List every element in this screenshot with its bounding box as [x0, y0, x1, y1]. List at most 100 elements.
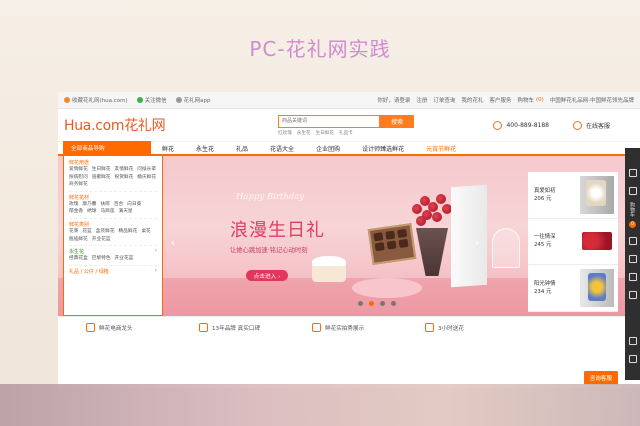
- all-categories-button[interactable]: 全部商品导购: [63, 141, 151, 155]
- nav-link-gifts[interactable]: 礼品: [225, 144, 259, 153]
- consult-service-button[interactable]: 咨询客服: [583, 371, 618, 385]
- badge-icon: [199, 323, 208, 332]
- product-card[interactable]: 真爱如初 206 元: [528, 172, 618, 219]
- star-icon: [64, 97, 70, 103]
- category-link[interactable]: 盒装鲜花: [96, 229, 115, 236]
- category-link[interactable]: 商务鲜花: [69, 182, 88, 189]
- camera-icon: [312, 323, 321, 332]
- category-link[interactable]: 绣球: [87, 209, 96, 216]
- category-link[interactable]: 桌花: [141, 229, 150, 236]
- hot-word[interactable]: 红玫瑰: [278, 130, 292, 136]
- category-link[interactable]: 瓶插鲜花: [69, 237, 88, 244]
- category-link[interactable]: 郁金香: [69, 209, 83, 216]
- carousel-dot[interactable]: [369, 301, 374, 306]
- my-account-link[interactable]: 我的花礼: [461, 96, 483, 104]
- enter-button[interactable]: 点击进入 ›: [246, 270, 288, 281]
- nav-link-flowers[interactable]: 鲜花: [151, 144, 185, 153]
- shop-icon: [86, 323, 95, 332]
- slide-title: PC-花礼网实践: [249, 37, 391, 61]
- divider: [69, 245, 157, 247]
- register-link[interactable]: 注册: [416, 96, 427, 104]
- category-link[interactable]: 友情鲜花: [115, 167, 134, 174]
- slide-bottom-decoration: [0, 384, 640, 426]
- qrcode-icon[interactable]: [628, 337, 637, 345]
- category-link[interactable]: 祝贺鲜花: [115, 175, 134, 182]
- category-group: 永生花 › 经典花盒 巴黎特色 开业花篮: [69, 248, 157, 263]
- site-logo[interactable]: Hua.com花礼网: [64, 115, 234, 135]
- nav-link-lantern-festival[interactable]: 元宵节鲜花: [415, 144, 467, 153]
- category-title[interactable]: 永生花 ›: [69, 247, 157, 256]
- login-link[interactable]: 你好，请登录: [377, 96, 410, 104]
- category-link[interactable]: 马蹄莲: [100, 209, 114, 216]
- category-title[interactable]: 鲜花花材: [69, 194, 157, 201]
- category-panel: 鲜花用途 爱情鲜花 生日鲜花 友情鲜花 问候长辈探病慰问 道歉鲜花 祝贺鲜花 婚庆鲜花商务鲜花…: [63, 156, 163, 316]
- cart-link[interactable]: 购物车 (0): [517, 96, 543, 104]
- category-link[interactable]: 巴黎特色: [92, 256, 111, 263]
- category-link[interactable]: 花篮: [82, 229, 91, 236]
- headset-icon: [572, 120, 582, 130]
- app-link[interactable]: 花礼网app: [175, 96, 211, 104]
- nav-link-corporate[interactable]: 企业团购: [305, 144, 351, 153]
- nav-link-designer[interactable]: 设计师臻选鲜花: [351, 144, 415, 153]
- carousel-dot[interactable]: [358, 301, 363, 306]
- toolbar-cart-label[interactable]: 购物车: [629, 202, 636, 217]
- category-title[interactable]: 礼品 / 公仔 / 绿植 ›: [69, 267, 157, 275]
- back-to-top-icon[interactable]: [628, 355, 637, 363]
- chat-icon[interactable]: [628, 291, 637, 299]
- nav-link-preserved[interactable]: 永生花: [185, 144, 225, 153]
- user-icon[interactable]: [628, 169, 637, 177]
- category-link[interactable]: 道歉鲜花: [92, 175, 111, 182]
- category-title[interactable]: 鲜花类别: [69, 221, 157, 228]
- favorite-link[interactable]: 收藏花礼网(hua.com): [64, 96, 128, 104]
- category-link[interactable]: 扶郎: [100, 202, 109, 209]
- online-service-link[interactable]: 在线客服: [572, 120, 610, 130]
- hot-word[interactable]: 礼品卡: [339, 130, 353, 136]
- customer-service-menu[interactable]: 客户服务: [489, 96, 511, 104]
- divider: [69, 190, 157, 192]
- category-title[interactable]: 鲜花用途: [69, 159, 157, 166]
- hot-word[interactable]: 永生花: [297, 130, 311, 136]
- category-link[interactable]: 开业花篮: [115, 256, 134, 263]
- category-link[interactable]: 婚庆鲜花: [137, 175, 156, 182]
- chevron-right-icon: ›: [154, 247, 157, 255]
- feature-strip: 鲜花电商龙头 13年品牌 真实口碑 鲜花实拍秀展示 3小时送花: [58, 316, 640, 338]
- wechat-link[interactable]: 关注微信: [136, 96, 167, 104]
- category-link[interactable]: 经典花盒: [69, 256, 88, 263]
- search-input[interactable]: [278, 114, 381, 128]
- banner-script-text: Happy Birthday: [236, 192, 305, 202]
- phone-app-icon: [175, 97, 182, 103]
- cart-icon[interactable]: [628, 187, 637, 195]
- category-link[interactable]: 精品鲜花: [119, 229, 138, 236]
- product-card[interactable]: 阳光钟情 234 元: [528, 265, 618, 312]
- hot-word[interactable]: 生日鲜花: [316, 130, 334, 136]
- product-price: 234 元: [534, 288, 552, 295]
- category-group: 鲜花用途 爱情鲜花 生日鲜花 友情鲜花 问候长辈探病慰问 道歉鲜花 祝贺鲜花 婚庆鲜花商务鲜花: [69, 159, 157, 189]
- carousel-dot[interactable]: [380, 301, 385, 306]
- next-slide-arrow[interactable]: ›: [472, 236, 482, 250]
- category-link[interactable]: 康乃馨: [82, 202, 96, 209]
- order-query-link[interactable]: 订单查询: [433, 96, 455, 104]
- carousel-dot[interactable]: [391, 301, 396, 306]
- category-link[interactable]: 爱情鲜花: [69, 167, 88, 174]
- category-link[interactable]: 玫瑰: [69, 202, 78, 209]
- category-link[interactable]: 探病慰问: [69, 175, 88, 182]
- search-button[interactable]: 搜索: [380, 114, 414, 128]
- product-name: 真爱如初: [534, 187, 556, 194]
- category-link[interactable]: 开业花篮: [92, 237, 111, 244]
- product-card[interactable]: 一往情深 245 元: [528, 219, 618, 266]
- category-link[interactable]: 向日葵: [127, 202, 141, 209]
- heart-icon[interactable]: [628, 237, 637, 245]
- category-link[interactable]: 生日鲜花: [92, 167, 111, 174]
- featured-products: 真爱如初 206 元 一往情深 245 元 阳光钟情 234 元: [528, 172, 618, 312]
- nav-link-flower-language[interactable]: 花语大全: [259, 144, 305, 153]
- product-name: 一往情深: [534, 234, 556, 241]
- prev-slide-arrow[interactable]: ‹: [168, 236, 178, 250]
- category-link[interactable]: 问候长辈: [137, 167, 156, 174]
- category-link[interactable]: 满天星: [119, 209, 133, 216]
- category-link[interactable]: 花束: [69, 229, 78, 236]
- gift-icon[interactable]: [628, 273, 637, 281]
- wechat-icon: [136, 97, 143, 103]
- category-link[interactable]: 百合: [114, 202, 123, 209]
- site-header: Hua.com花礼网 搜索 红玫瑰 永生花 生日鲜花 礼品卡 400-889-8…: [58, 109, 640, 142]
- clock-icon[interactable]: [628, 255, 637, 263]
